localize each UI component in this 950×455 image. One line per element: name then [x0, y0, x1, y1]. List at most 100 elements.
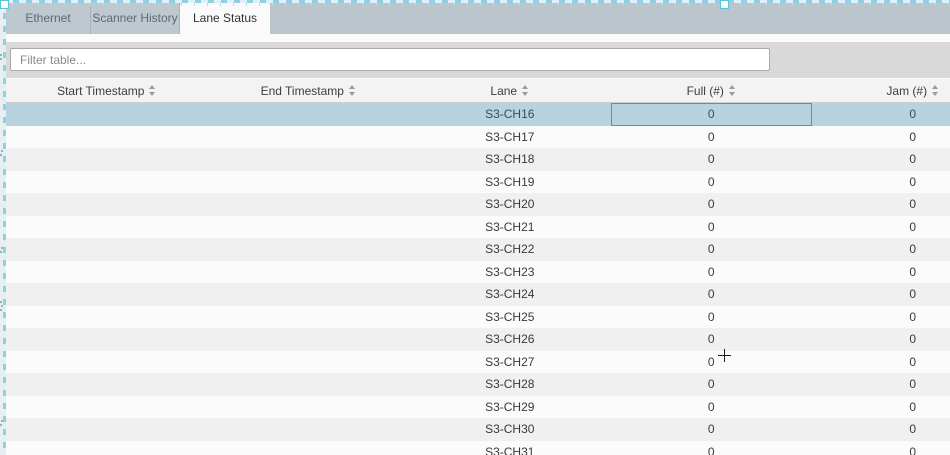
cell-full: 0	[611, 126, 813, 149]
cell-full: 0	[611, 171, 813, 194]
table-row[interactable]: S3-CH2900	[6, 396, 950, 419]
cell-start	[6, 373, 208, 396]
table-row[interactable]: S3-CH2100	[6, 216, 950, 239]
column-header-label: Start Timestamp	[57, 84, 144, 98]
cell-lane: S3-CH18	[409, 148, 611, 171]
cell-jam: 0	[812, 216, 950, 239]
cell-end	[208, 261, 410, 284]
cell-start	[6, 171, 208, 194]
cell-jam: 0	[812, 171, 950, 194]
cell-full: 0	[611, 306, 813, 329]
table-row[interactable]: S3-CH2500	[6, 306, 950, 329]
cell-lane: S3-CH30	[409, 418, 611, 441]
cell-full: 0	[611, 351, 813, 374]
selection-handle-top-middle[interactable]	[720, 0, 729, 9]
cell-lane: S3-CH23	[409, 261, 611, 284]
cell-jam: 0	[812, 103, 950, 126]
table-row[interactable]: S3-CH2600	[6, 328, 950, 351]
cell-lane: S3-CH20	[409, 193, 611, 216]
cell-full: 0	[611, 148, 813, 171]
cell-jam: 0	[812, 396, 950, 419]
cell-end	[208, 441, 410, 455]
cell-end	[208, 418, 410, 441]
background-speckles	[0, 54, 2, 56]
cell-end	[208, 396, 410, 419]
cell-lane: S3-CH24	[409, 283, 611, 306]
tab-scanner-history[interactable]: Scanner History	[91, 3, 180, 34]
column-header-start-timestamp[interactable]: Start Timestamp	[6, 84, 208, 98]
cell-full: 0	[611, 193, 813, 216]
column-header-label: End Timestamp	[261, 84, 344, 98]
selection-handle-top-left[interactable]	[0, 0, 9, 9]
filter-input[interactable]	[10, 48, 770, 71]
column-header-label: Lane	[490, 84, 517, 98]
cell-start	[6, 396, 208, 419]
cell-jam: 0	[812, 306, 950, 329]
cell-full: 0	[611, 328, 813, 351]
cell-full[interactable]: 0	[611, 103, 813, 126]
selection-border-left	[3, 0, 6, 455]
column-header-label: Full (#)	[687, 84, 724, 98]
table-row[interactable]: S3-CH2200	[6, 238, 950, 261]
cell-full: 0	[611, 216, 813, 239]
cell-jam: 0	[812, 193, 950, 216]
cell-end	[208, 283, 410, 306]
cell-lane: S3-CH27	[409, 351, 611, 374]
cell-full: 0	[611, 238, 813, 261]
cell-start	[6, 351, 208, 374]
cell-start	[6, 441, 208, 455]
cell-jam: 0	[812, 283, 950, 306]
table-row[interactable]: S3-CH3100	[6, 441, 950, 455]
cell-full: 0	[611, 261, 813, 284]
tab-ethernet[interactable]: Ethernet	[6, 3, 91, 34]
screenshot-capture-region: Ethernet Scanner History Lane Status Sta…	[0, 0, 950, 455]
cell-lane: S3-CH22	[409, 238, 611, 261]
sort-icon[interactable]	[729, 85, 736, 96]
column-header-lane[interactable]: Lane	[409, 84, 611, 98]
cell-start	[6, 148, 208, 171]
column-header-full[interactable]: Full (#)	[611, 84, 813, 98]
cell-lane: S3-CH26	[409, 328, 611, 351]
cell-jam: 0	[812, 238, 950, 261]
cell-end	[208, 351, 410, 374]
cell-end	[208, 328, 410, 351]
sort-icon[interactable]	[932, 85, 939, 96]
cell-start	[6, 193, 208, 216]
sort-icon[interactable]	[149, 85, 156, 96]
cell-jam: 0	[812, 373, 950, 396]
cell-end	[208, 238, 410, 261]
table-row[interactable]: S3-CH1800	[6, 148, 950, 171]
cell-start	[6, 238, 208, 261]
tab-lane-status[interactable]: Lane Status	[180, 3, 270, 36]
cell-full: 0	[611, 418, 813, 441]
cell-start	[6, 306, 208, 329]
sort-icon[interactable]	[522, 85, 529, 96]
table-row[interactable]: S3-CH1700	[6, 126, 950, 149]
cell-end	[208, 103, 410, 126]
cell-start	[6, 216, 208, 239]
table-row[interactable]: S3-CH2000	[6, 193, 950, 216]
column-header-end-timestamp[interactable]: End Timestamp	[208, 84, 410, 98]
filter-bar	[6, 42, 950, 78]
table-row[interactable]: S3-CH1900	[6, 171, 950, 194]
cell-full: 0	[611, 283, 813, 306]
cell-end	[208, 126, 410, 149]
table-row[interactable]: S3-CH3000	[6, 418, 950, 441]
sort-icon[interactable]	[349, 85, 356, 96]
column-header-label: Jam (#)	[886, 84, 927, 98]
cell-end	[208, 306, 410, 329]
cell-end	[208, 193, 410, 216]
app-panel: Ethernet Scanner History Lane Status Sta…	[6, 3, 950, 455]
cell-end	[208, 373, 410, 396]
cell-start	[6, 126, 208, 149]
table-row[interactable]: S3-CH2400	[6, 283, 950, 306]
selection-border-top	[0, 0, 950, 3]
column-header-jam[interactable]: Jam (#)	[812, 84, 950, 98]
cell-full: 0	[611, 373, 813, 396]
table-row[interactable]: S3-CH2300	[6, 261, 950, 284]
cell-lane: S3-CH31	[409, 441, 611, 455]
tab-bar-spacer	[270, 3, 950, 34]
table-row[interactable]: S3-CH1600	[6, 103, 950, 126]
table-row[interactable]: S3-CH2800	[6, 373, 950, 396]
table-row[interactable]: S3-CH2700	[6, 351, 950, 374]
